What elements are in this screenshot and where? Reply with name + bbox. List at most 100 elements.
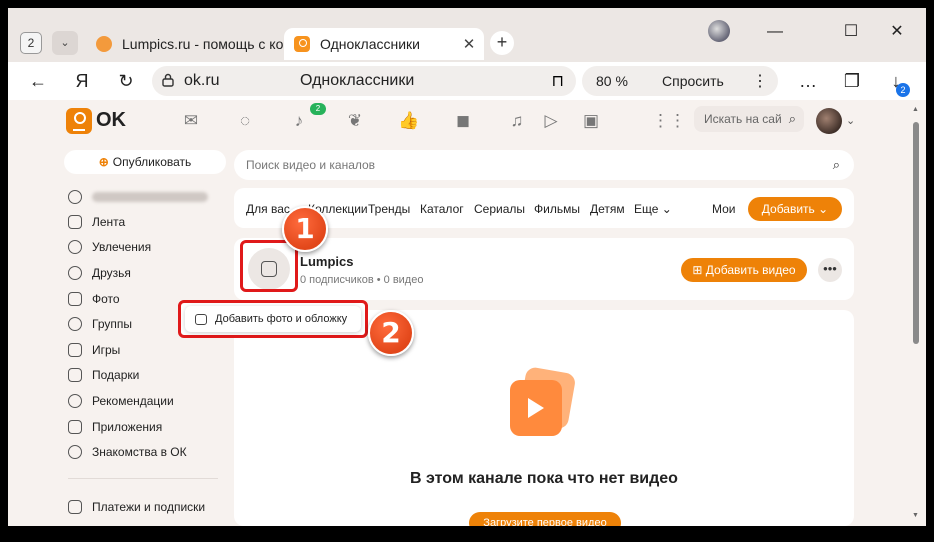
channel-card: Lumpics 0 подписчиков • 0 видео ⊞ Добави… xyxy=(234,238,854,300)
compass-icon xyxy=(68,394,82,408)
mail-icon[interactable]: ✉ xyxy=(180,110,202,132)
download-count-badge: 2 xyxy=(896,83,910,97)
scroll-thumb[interactable] xyxy=(913,122,919,344)
sidebar-item-gifts[interactable]: Подарки xyxy=(68,366,139,384)
ok-logo-text[interactable]: OK xyxy=(96,109,126,132)
discussions-icon[interactable]: ◌ xyxy=(234,110,256,132)
close-window-button[interactable]: ✕ xyxy=(882,20,912,44)
page-title: Одноклассники xyxy=(300,72,415,89)
browser-window: 2 ⌄ Lumpics.ru - помощь с ком Одноклассн… xyxy=(8,8,926,526)
apps-grid-icon[interactable]: ⋮⋮ xyxy=(652,110,686,132)
add-video-icon: ⊞ xyxy=(692,263,703,277)
maximize-button[interactable]: ☐ xyxy=(836,20,866,44)
home-icon xyxy=(68,215,82,229)
upload-first-video-button[interactable]: Загрузите первое видео xyxy=(469,512,621,526)
close-tab-icon[interactable]: ✕ xyxy=(460,35,478,53)
channel-meta: 0 подписчиков • 0 видео xyxy=(300,274,424,286)
tab-for-you[interactable]: Для вас xyxy=(246,202,290,216)
sidebar-item-payments[interactable]: Платежи и подписки xyxy=(68,498,205,516)
camera-icon xyxy=(195,313,207,325)
sidebar-item-recommendations[interactable]: Рекомендации xyxy=(68,392,174,410)
blurred-user-name xyxy=(92,192,208,202)
publish-button[interactable]: ⊕ Опубликовать xyxy=(64,150,226,174)
wallet-icon xyxy=(68,500,82,514)
sidebar-item-groups[interactable]: Группы xyxy=(68,315,132,333)
hobbies-icon xyxy=(68,240,82,254)
search-icon[interactable]: ⌕ xyxy=(833,157,840,173)
notifications-badge: 2 xyxy=(310,103,326,115)
profile-avatar[interactable] xyxy=(708,20,730,42)
play-icon xyxy=(528,398,544,418)
tab-mine[interactable]: Мои xyxy=(712,202,736,216)
chevron-down-icon[interactable]: ⌄ xyxy=(846,114,855,127)
zoom-level[interactable]: 80 % xyxy=(596,73,628,89)
tab-lumpics[interactable]: Lumpics.ru - помощь с ком xyxy=(88,28,284,60)
chevron-down-icon: ⌄ xyxy=(818,202,829,216)
tab-more[interactable]: Еще ⌄ xyxy=(634,202,672,216)
dating-icon xyxy=(68,445,82,459)
ok-favicon-icon xyxy=(294,36,310,52)
extensions-icon[interactable]: ❐ xyxy=(838,68,866,94)
address-bar[interactable]: ok.ru Одноклассники ⊓ xyxy=(152,66,576,96)
add-button[interactable]: Добавить ⌄ xyxy=(748,197,842,221)
lumpics-favicon-icon xyxy=(96,36,112,52)
url-text: ok.ru xyxy=(184,72,220,89)
bookmark-icon[interactable]: ⊓ xyxy=(552,71,564,91)
more-icon[interactable]: … xyxy=(794,68,822,94)
video-play-icon[interactable]: ▷ xyxy=(540,110,562,132)
sidebar-item-profile[interactable] xyxy=(68,188,208,206)
music-icon[interactable]: ♫ xyxy=(506,110,528,132)
sidebar-item-games[interactable]: Игры xyxy=(68,341,120,359)
minimize-button[interactable]: — xyxy=(760,20,790,44)
add-photo-cover-menu-item[interactable]: Добавить фото и обложку xyxy=(185,306,361,332)
tab-trends[interactable]: Тренды xyxy=(368,202,410,216)
tab-catalog[interactable]: Каталог xyxy=(420,202,464,216)
calendar-icon[interactable]: ▣ xyxy=(580,110,602,132)
sidebar-item-friends[interactable]: Друзья xyxy=(68,264,131,282)
search-icon[interactable]: ⌕ xyxy=(789,111,796,127)
empty-state: В этом канале пока что нет видео Загрузи… xyxy=(234,310,854,526)
page-scrollbar[interactable]: ▲ ▼ xyxy=(906,100,926,526)
channel-more-button[interactable]: ••• xyxy=(818,258,842,282)
profile-icon xyxy=(68,190,82,204)
tab-series[interactable]: Сериалы xyxy=(474,202,525,216)
groups-icon xyxy=(68,317,82,331)
lock-icon xyxy=(162,73,174,87)
tab-films[interactable]: Фильмы xyxy=(534,202,580,216)
chevron-down-icon: ⌄ xyxy=(661,202,672,216)
guests-icon[interactable]: ❦ xyxy=(344,110,366,132)
sidebar-item-apps[interactable]: Приложения xyxy=(68,418,162,436)
popup-highlight-box: Добавить фото и обложку xyxy=(178,300,368,338)
sidebar-item-dating[interactable]: Знакомства в ОК xyxy=(68,443,187,461)
tab-count-badge[interactable]: 2 xyxy=(20,32,42,54)
avatar-highlight-box xyxy=(240,240,298,292)
kebab-menu-icon[interactable]: ⋮ xyxy=(752,71,768,91)
like-icon[interactable]: 👍 xyxy=(398,110,420,132)
new-tab-button[interactable]: + xyxy=(490,31,514,55)
sidebar-item-feed[interactable]: Лента xyxy=(68,213,125,231)
sidebar-item-photos[interactable]: Фото xyxy=(68,290,120,308)
ok-logo-icon[interactable] xyxy=(66,108,92,134)
yandex-icon[interactable]: Я xyxy=(68,68,96,94)
video-search-input[interactable]: Поиск видео и каналов ⌕ xyxy=(234,150,854,180)
tab-odnoklassniki[interactable]: Одноклассники ✕ xyxy=(284,28,484,60)
header-search-input[interactable]: Искать на сай ⌕ xyxy=(694,106,804,132)
tab-title: Lumpics.ru - помощь с ком xyxy=(122,36,284,52)
gamepad-icon xyxy=(68,343,82,357)
sidebar-item-hobbies[interactable]: Увлечения xyxy=(68,238,151,256)
tab-kids[interactable]: Детям xyxy=(590,202,625,216)
back-arrow-icon[interactable]: ← xyxy=(24,68,52,94)
user-avatar[interactable] xyxy=(816,108,842,134)
video-icon[interactable]: ◼ xyxy=(452,110,474,132)
channel-name: Lumpics xyxy=(300,254,354,269)
reload-icon[interactable]: ↻ xyxy=(112,68,140,94)
scroll-up-icon[interactable]: ▲ xyxy=(912,106,919,113)
ask-assistant-button[interactable]: Спросить xyxy=(662,73,724,89)
photo-icon xyxy=(68,292,82,306)
empty-state-title: В этом канале пока что нет видео xyxy=(410,470,678,487)
scroll-down-icon[interactable]: ▼ xyxy=(912,512,919,519)
tab-list-chevron-icon[interactable]: ⌄ xyxy=(52,31,78,55)
bell-icon[interactable]: ♪ xyxy=(288,110,310,132)
sidebar-divider xyxy=(68,478,218,479)
add-video-button[interactable]: ⊞ Добавить видео xyxy=(681,258,807,282)
